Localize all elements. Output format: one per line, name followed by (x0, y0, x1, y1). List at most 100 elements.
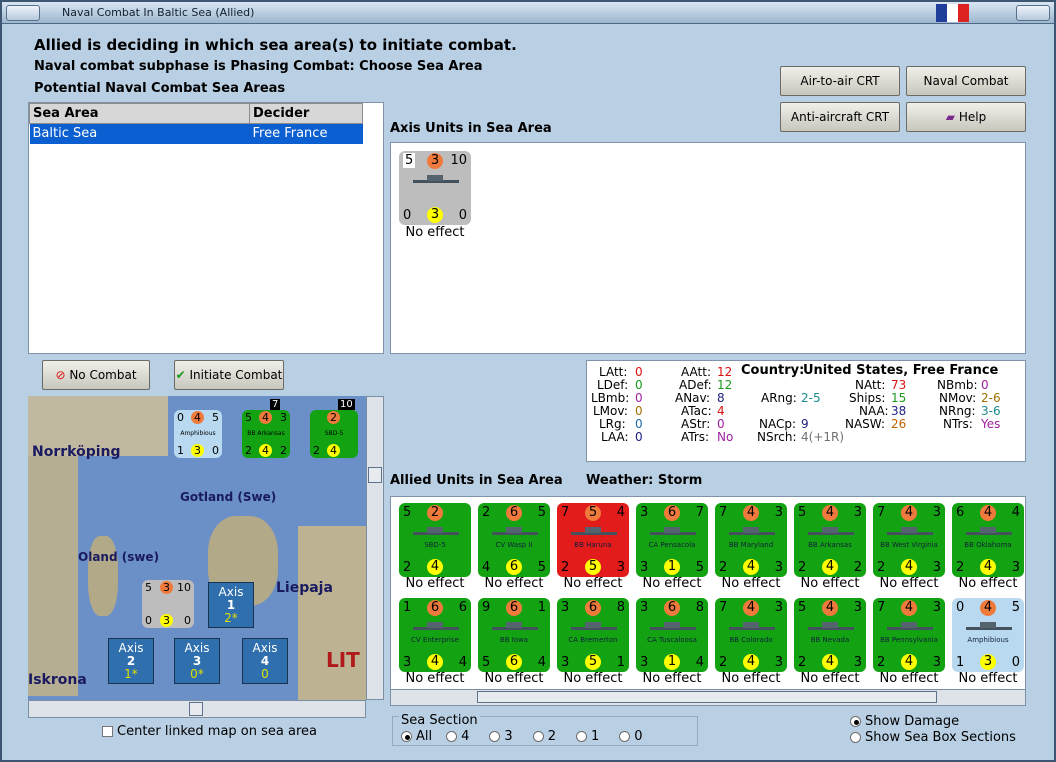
air-to-air-crt-button[interactable]: Air-to-air CRT (780, 66, 900, 96)
show-damage-option[interactable]: Show Damage (850, 714, 959, 729)
label-lit: LIT (326, 648, 360, 672)
col-sea-area[interactable]: Sea Area (29, 103, 250, 124)
ship-icon (808, 620, 854, 630)
allied-unit-counter[interactable]: 166 CV Enterprise 344 (399, 598, 471, 672)
unit-stat: 3 (932, 600, 941, 615)
ship-icon (729, 525, 775, 535)
no-combat-button[interactable]: ⊘ No Combat (42, 360, 150, 390)
sea-section-options: All 4 3 2 1 0 (401, 729, 663, 744)
unit-stat: 4 (901, 654, 917, 670)
map-vertical-scrollbar[interactable] (366, 396, 384, 700)
ship-icon (966, 620, 1012, 630)
allied-unit-counter[interactable]: 045 Amphibious 130 (952, 598, 1024, 672)
map-axis-counter[interactable]: 5 3 10 0 3 0 (142, 580, 194, 628)
map-horizontal-scrollbar[interactable] (28, 700, 366, 718)
unit-stat: 4 (259, 411, 272, 424)
unit-effect: No effect (642, 576, 702, 591)
allied-unit-counter[interactable]: 743 BB Colorado 243 (715, 598, 787, 672)
radio[interactable] (575, 731, 587, 742)
map-unit-counter[interactable]: 2 SBD-5 2 4 (310, 410, 358, 458)
city-liepaja[interactable]: Liepaja (276, 580, 333, 596)
allied-unit-counter[interactable]: 754 BB Haruna 253 (557, 503, 629, 577)
cell-decider: Free France (249, 123, 363, 144)
scrollbar-thumb[interactable] (477, 691, 937, 703)
unit-stat: 4 (980, 559, 996, 575)
unit-name: CA Pensacola (648, 541, 696, 549)
allied-unit-counter[interactable]: 743 BB Pennsylvania 243 (873, 598, 945, 672)
sea-section-option[interactable]: 2 (532, 729, 556, 744)
radio[interactable] (401, 731, 412, 742)
unit-stat: 4 (259, 444, 272, 457)
unit-stat: 3 (191, 444, 204, 457)
map-unit-counter[interactable]: 5 4 3 BB Arkansas 2 4 2 (242, 410, 290, 458)
scrollbar-thumb[interactable] (368, 467, 382, 483)
allied-unit-counter[interactable]: 367 CA Pensacola 315 (636, 503, 708, 577)
radio[interactable] (850, 716, 861, 727)
unit-name: CV Enterprise (411, 636, 459, 644)
allied-unit-counter[interactable]: 743 BB Maryland 243 (715, 503, 787, 577)
land-latvia (298, 526, 366, 700)
allied-unit-counter[interactable]: 543 BB Nevada 243 (794, 598, 866, 672)
allied-unit-counter[interactable]: 368 CA Tuscaloosa 314 (636, 598, 708, 672)
window-menu-button[interactable] (6, 5, 40, 21)
allied-horizontal-scrollbar[interactable] (391, 689, 1025, 705)
radio[interactable] (850, 732, 861, 743)
anti-aircraft-crt-button[interactable]: Anti-aircraft CRT (780, 102, 900, 132)
sea-section-option[interactable]: 3 (489, 729, 513, 744)
help-button[interactable]: ▰ Help (906, 102, 1026, 132)
center-map-option[interactable]: Center linked map on sea area (102, 724, 317, 739)
unit-stat: 4 (822, 559, 838, 575)
allied-unit-counter[interactable]: 961 BB Iowa 564 (478, 598, 550, 672)
allied-unit-counter[interactable]: 543 BB Arkansas 242 (794, 503, 866, 577)
sea-area-map[interactable]: Norrköping Gotland (Swe) Oland (swe) Lie… (28, 396, 366, 700)
radio[interactable] (619, 731, 631, 742)
allied-unit-counter[interactable]: 743 BB West Virginia 243 (873, 503, 945, 577)
axis-sea-box[interactable]: Axis 3 0* (174, 638, 220, 684)
unit-stat: 4 (743, 505, 759, 521)
sea-section-option[interactable]: 1 (575, 729, 599, 744)
radio[interactable] (489, 731, 501, 742)
unit-stat: 3 (774, 655, 783, 670)
option-label: 0 (634, 729, 643, 744)
unit-stat: 5 (482, 655, 491, 670)
unit-stat: 1 (616, 655, 625, 670)
unit-stat: 5 (212, 411, 219, 424)
sea-section-option[interactable]: 4 (446, 729, 469, 744)
unit-stat: 3 (853, 600, 862, 615)
unit-stat: 3 (640, 600, 649, 615)
axis-sea-box[interactable]: Axis 4 0 (242, 638, 288, 684)
checkbox[interactable] (102, 726, 113, 737)
stat-label: NSrch: (757, 430, 797, 444)
allied-unit-counter[interactable]: 265 CV Wasp II 465 (478, 503, 550, 577)
status-line-2: Naval combat subphase is Phasing Combat:… (34, 59, 483, 74)
stat-label: NAA: (859, 404, 889, 418)
allied-unit-counter[interactable]: 368 CA Bremerton 351 (557, 598, 629, 672)
unit-effect: No effect (484, 576, 544, 591)
sea-section-option[interactable]: All (401, 729, 432, 744)
naval-combat-chart-button[interactable]: Naval Combat Chart (906, 66, 1026, 116)
stat-value: 12 (717, 365, 733, 379)
initiate-combat-button[interactable]: ✔ Initiate Combat (174, 360, 284, 390)
city-karlskrona[interactable]: Iskrona (28, 672, 87, 688)
unit-effect: No effect (563, 576, 623, 591)
map-unit-counter[interactable]: 0 4 5 Amphibious 1 3 0 (174, 410, 222, 458)
unit-stat: 3 (774, 560, 783, 575)
col-decider[interactable]: Decider (249, 103, 363, 124)
radio[interactable] (446, 731, 458, 742)
city-norrkoping[interactable]: Norrköping (32, 444, 121, 460)
table-row[interactable]: Baltic Sea Free France (29, 123, 363, 144)
allied-unit-counter[interactable]: 52 SBD-5 24 (399, 503, 471, 577)
axis-unit-counter[interactable]: 5 3 10 0 3 0 (399, 151, 471, 225)
close-window-button[interactable] (1016, 5, 1050, 21)
stat-label: AStr: (681, 417, 711, 431)
axis-sea-box[interactable]: Axis 2 1* (108, 638, 154, 684)
stat-label: NRng: (939, 404, 976, 418)
show-sections-option[interactable]: Show Sea Box Sections (850, 730, 1016, 745)
ship-icon (729, 620, 775, 630)
sea-section-option[interactable]: 0 (619, 729, 643, 744)
allied-unit-counter[interactable]: 644 BB Oklahoma 243 (952, 503, 1024, 577)
sea-section-group: Sea Section All 4 3 2 1 0 (392, 713, 698, 746)
scrollbar-thumb[interactable] (189, 702, 203, 716)
axis-sea-box[interactable]: Axis 1 2* (208, 582, 254, 628)
radio[interactable] (532, 731, 544, 742)
